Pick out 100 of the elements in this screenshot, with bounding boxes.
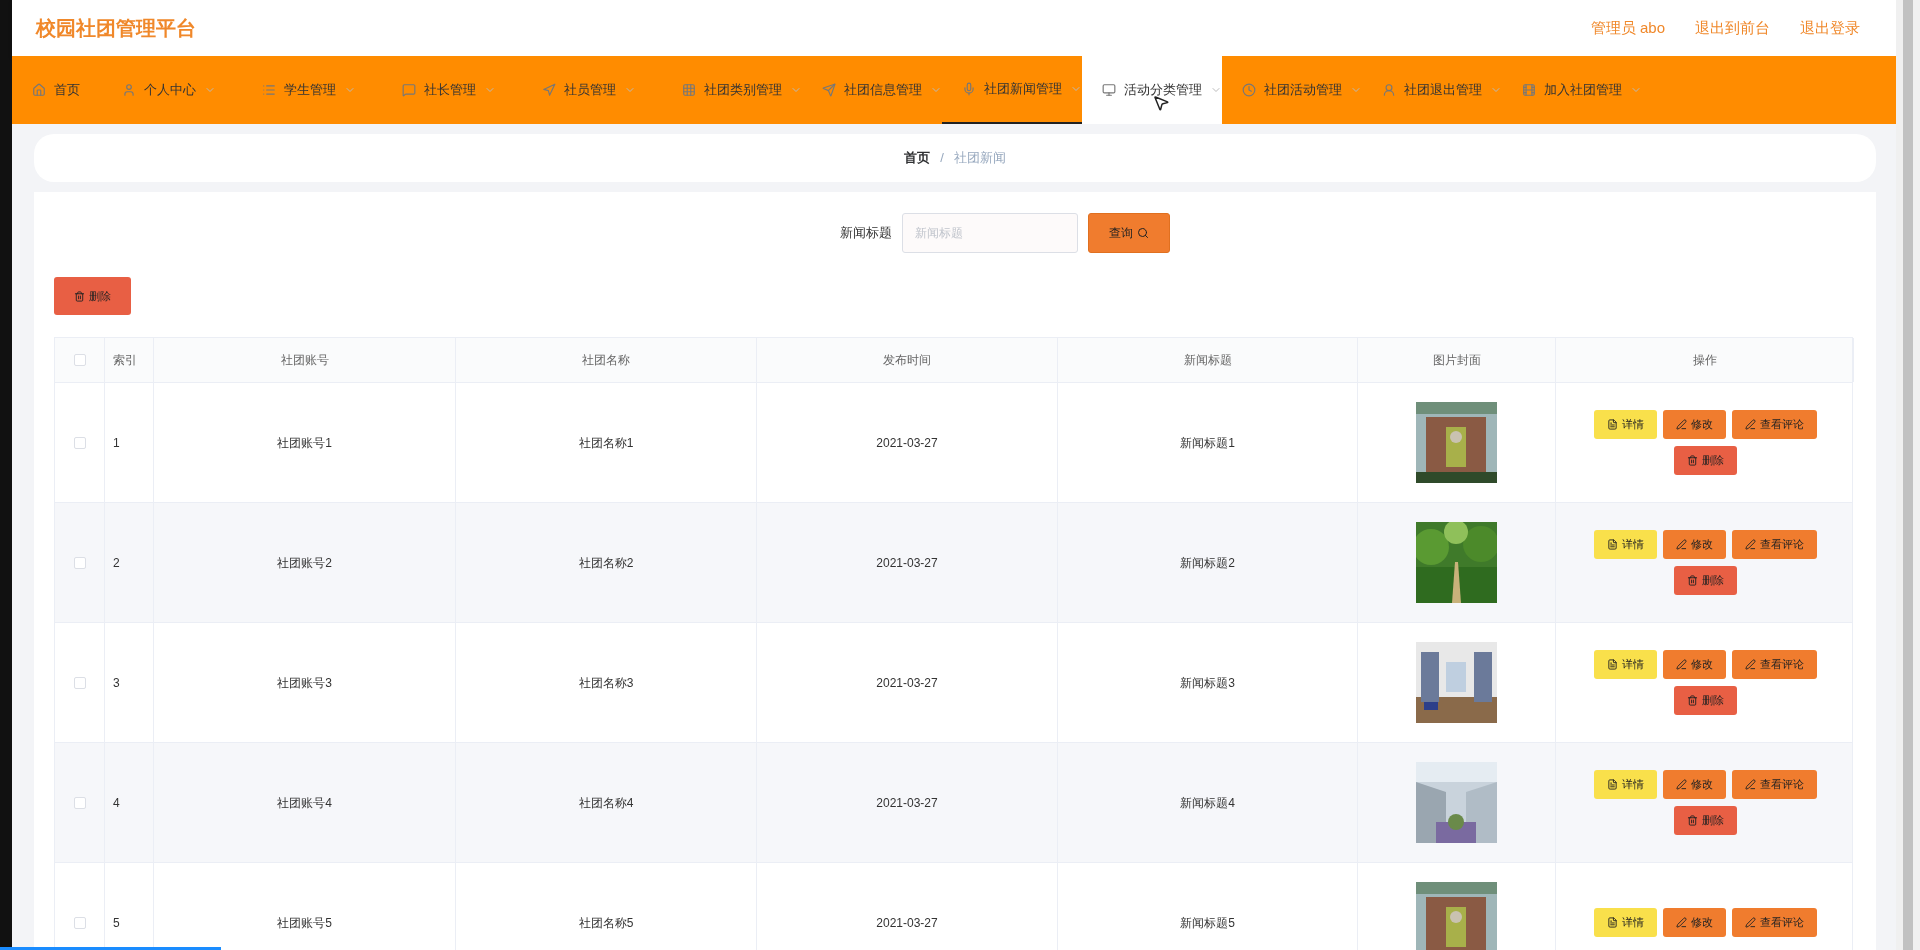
document-icon — [1606, 659, 1618, 670]
table-cell-text: 社团名称2 — [578, 554, 634, 572]
table-cell-text: 社团账号2 — [277, 554, 332, 572]
column-header: 索引 — [113, 352, 137, 369]
app-title: 校园社团管理平台 — [36, 16, 196, 41]
pen-icon — [1744, 659, 1756, 670]
action-button[interactable]: 查看评论 — [1731, 530, 1817, 559]
table-cell-text: 2 — [113, 554, 120, 572]
search-icon — [1137, 227, 1149, 239]
grid-icon — [682, 83, 696, 97]
search-button[interactable]: 查询 — [1088, 213, 1170, 253]
table-cell-text: 新闻标题5 — [1180, 914, 1235, 932]
action-button[interactable]: 查看评论 — [1731, 908, 1817, 937]
table-cell-text: 社团名称5 — [578, 914, 634, 932]
table-cell-text: 社团账号3 — [277, 674, 332, 692]
action-button[interactable]: 查看评论 — [1731, 650, 1817, 679]
pen-icon — [1675, 779, 1687, 790]
pen-icon — [1744, 419, 1756, 430]
table-cell-text: 社团名称3 — [578, 674, 634, 692]
checkbox[interactable] — [73, 676, 86, 689]
nav-tab[interactable]: 社团活动管理 — [1222, 56, 1362, 124]
checkbox[interactable] — [73, 916, 86, 929]
trash-icon — [1686, 455, 1698, 466]
search-label: 新闻标题 — [840, 224, 892, 243]
pen-icon — [1744, 779, 1756, 790]
nav-tab[interactable]: 社团信息管理 — [802, 56, 942, 124]
table-cell-text: 社团账号1 — [277, 434, 332, 452]
table-cell-text: 2021-03-27 — [876, 674, 938, 692]
film-icon — [1522, 83, 1536, 97]
action-button[interactable]: 查看评论 — [1731, 410, 1817, 439]
table-cell-text: 5 — [113, 914, 120, 932]
pen-icon — [1744, 539, 1756, 550]
document-icon — [1606, 779, 1618, 790]
clock-icon — [1242, 83, 1256, 97]
nav-tab[interactable]: 社团退出管理 — [1362, 56, 1502, 124]
pen-icon — [1675, 659, 1687, 670]
paper-plane-icon — [822, 83, 836, 97]
checkbox[interactable] — [73, 436, 86, 449]
cursor-icon — [1152, 94, 1170, 112]
nav-tab[interactable]: 学生管理 — [242, 56, 382, 124]
action-button[interactable]: 修改 — [1662, 908, 1726, 937]
nav-tab[interactable]: 活动分类管理 — [1082, 56, 1222, 124]
action-button[interactable]: 详情 — [1593, 650, 1657, 679]
trash-icon — [1686, 575, 1698, 586]
column-header: 图片封面 — [1432, 352, 1481, 369]
pen-icon — [1744, 917, 1756, 928]
table-cell-text: 2021-03-27 — [876, 554, 938, 572]
action-button[interactable]: 删除 — [1673, 446, 1737, 475]
table-cell-text: 新闻标题3 — [1180, 674, 1235, 692]
table-cell-text: 2021-03-27 — [876, 434, 938, 452]
nav-tab[interactable]: 社团类别管理 — [662, 56, 802, 124]
action-button[interactable]: 查看评论 — [1731, 770, 1817, 799]
column-header: 发布时间 — [883, 352, 931, 369]
document-icon — [1606, 917, 1618, 928]
action-button[interactable]: 修改 — [1662, 770, 1726, 799]
nav-tab[interactable]: 首页 — [12, 56, 102, 124]
action-button[interactable]: 修改 — [1662, 530, 1726, 559]
breadcrumb-separator: / — [940, 149, 944, 168]
checkbox[interactable] — [73, 796, 86, 809]
breadcrumb-current: 社团新闻 — [953, 149, 1006, 168]
person-icon — [122, 83, 136, 97]
action-button[interactable]: 详情 — [1593, 530, 1657, 559]
action-button[interactable]: 修改 — [1662, 650, 1726, 679]
action-button[interactable]: 修改 — [1662, 410, 1726, 439]
column-header: 操作 — [1692, 352, 1717, 369]
checkbox[interactable] — [73, 556, 86, 569]
checkbox[interactable] — [73, 354, 86, 366]
action-button[interactable]: 删除 — [1673, 566, 1737, 595]
document-icon — [1606, 539, 1618, 550]
action-button[interactable]: 删除 — [1673, 806, 1737, 835]
nav-tab[interactable]: 社员管理 — [522, 56, 662, 124]
table-cell-text: 新闻标题4 — [1180, 794, 1235, 812]
chat-icon — [402, 83, 416, 97]
nav-tab[interactable]: 加入社团管理 — [1502, 56, 1642, 124]
table-cell-text: 3 — [113, 674, 120, 692]
action-button[interactable]: 详情 — [1593, 770, 1657, 799]
table-cell-text: 社团账号5 — [277, 914, 332, 932]
trash-icon — [74, 290, 85, 302]
delete-button[interactable]: 删除 — [54, 277, 131, 315]
nav-tab[interactable]: 社长管理 — [382, 56, 522, 124]
table-cell-text: 新闻标题1 — [1180, 434, 1235, 452]
person-icon — [1382, 83, 1396, 97]
house-icon — [32, 83, 46, 97]
document-icon — [1606, 419, 1618, 430]
pen-icon — [1675, 917, 1687, 928]
trash-icon — [1686, 695, 1698, 706]
pen-icon — [1675, 539, 1687, 550]
column-header: 社团账号 — [280, 352, 329, 369]
action-button[interactable]: 删除 — [1673, 686, 1737, 715]
nav-tab[interactable]: 个人中心 — [102, 56, 242, 124]
search-field[interactable]: 新闻标题 — [902, 213, 1078, 253]
trash-icon — [1686, 815, 1698, 826]
action-button[interactable]: 详情 — [1593, 410, 1657, 439]
column-header: 新闻标题 — [1183, 352, 1232, 369]
table-cell-text: 4 — [113, 794, 120, 812]
table-cell-text: 社团名称1 — [578, 434, 634, 452]
table-cell-text: 2021-03-27 — [876, 914, 938, 932]
breadcrumb-link[interactable]: 首页 — [904, 148, 931, 168]
column-header: 社团名称 — [582, 352, 630, 369]
action-button[interactable]: 详情 — [1593, 908, 1657, 937]
